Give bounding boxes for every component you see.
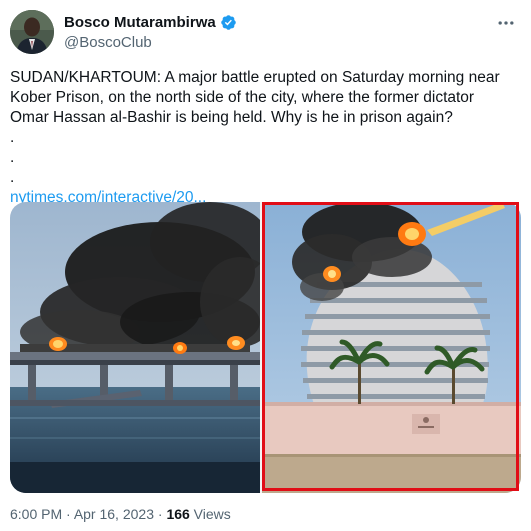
media-image-right[interactable] [262,202,521,493]
tweet-dot-line: . [10,169,15,186]
tweet: Bosco Mutarambirwa @BoscoClub SUDAN/KHAR… [0,0,531,531]
media-image-left[interactable] [10,202,280,493]
tweet-text: SUDAN/KHARTOUM: A major battle erupted o… [10,68,510,208]
hotel-fire-image [262,202,521,493]
tweet-date[interactable]: Apr 16, 2023 [74,506,154,522]
tweet-meta: 6:00 PM · Apr 16, 2023 · 166 Views [10,506,231,522]
author-display-name[interactable]: Bosco Mutarambirwa [64,14,216,31]
bridge-fire-image [10,202,280,493]
tweet-dot-line: . [10,129,15,146]
author-handle[interactable]: @BoscoClub [64,34,237,51]
tweet-time[interactable]: 6:00 PM [10,506,62,522]
verified-badge-icon [220,14,237,31]
views-count: 166 [166,506,190,522]
meta-separator: · [153,506,167,522]
tweet-dot-line: . [10,149,15,166]
author-info: Bosco Mutarambirwa @BoscoClub [64,13,237,51]
avatar-image [10,10,54,54]
more-options-icon[interactable] [495,12,517,34]
meta-separator: · [62,506,74,522]
tweet-body: SUDAN/KHARTOUM: A major battle erupted o… [10,69,500,126]
media-grid [10,202,521,493]
avatar[interactable] [10,10,54,54]
views-label: Views [189,506,231,522]
